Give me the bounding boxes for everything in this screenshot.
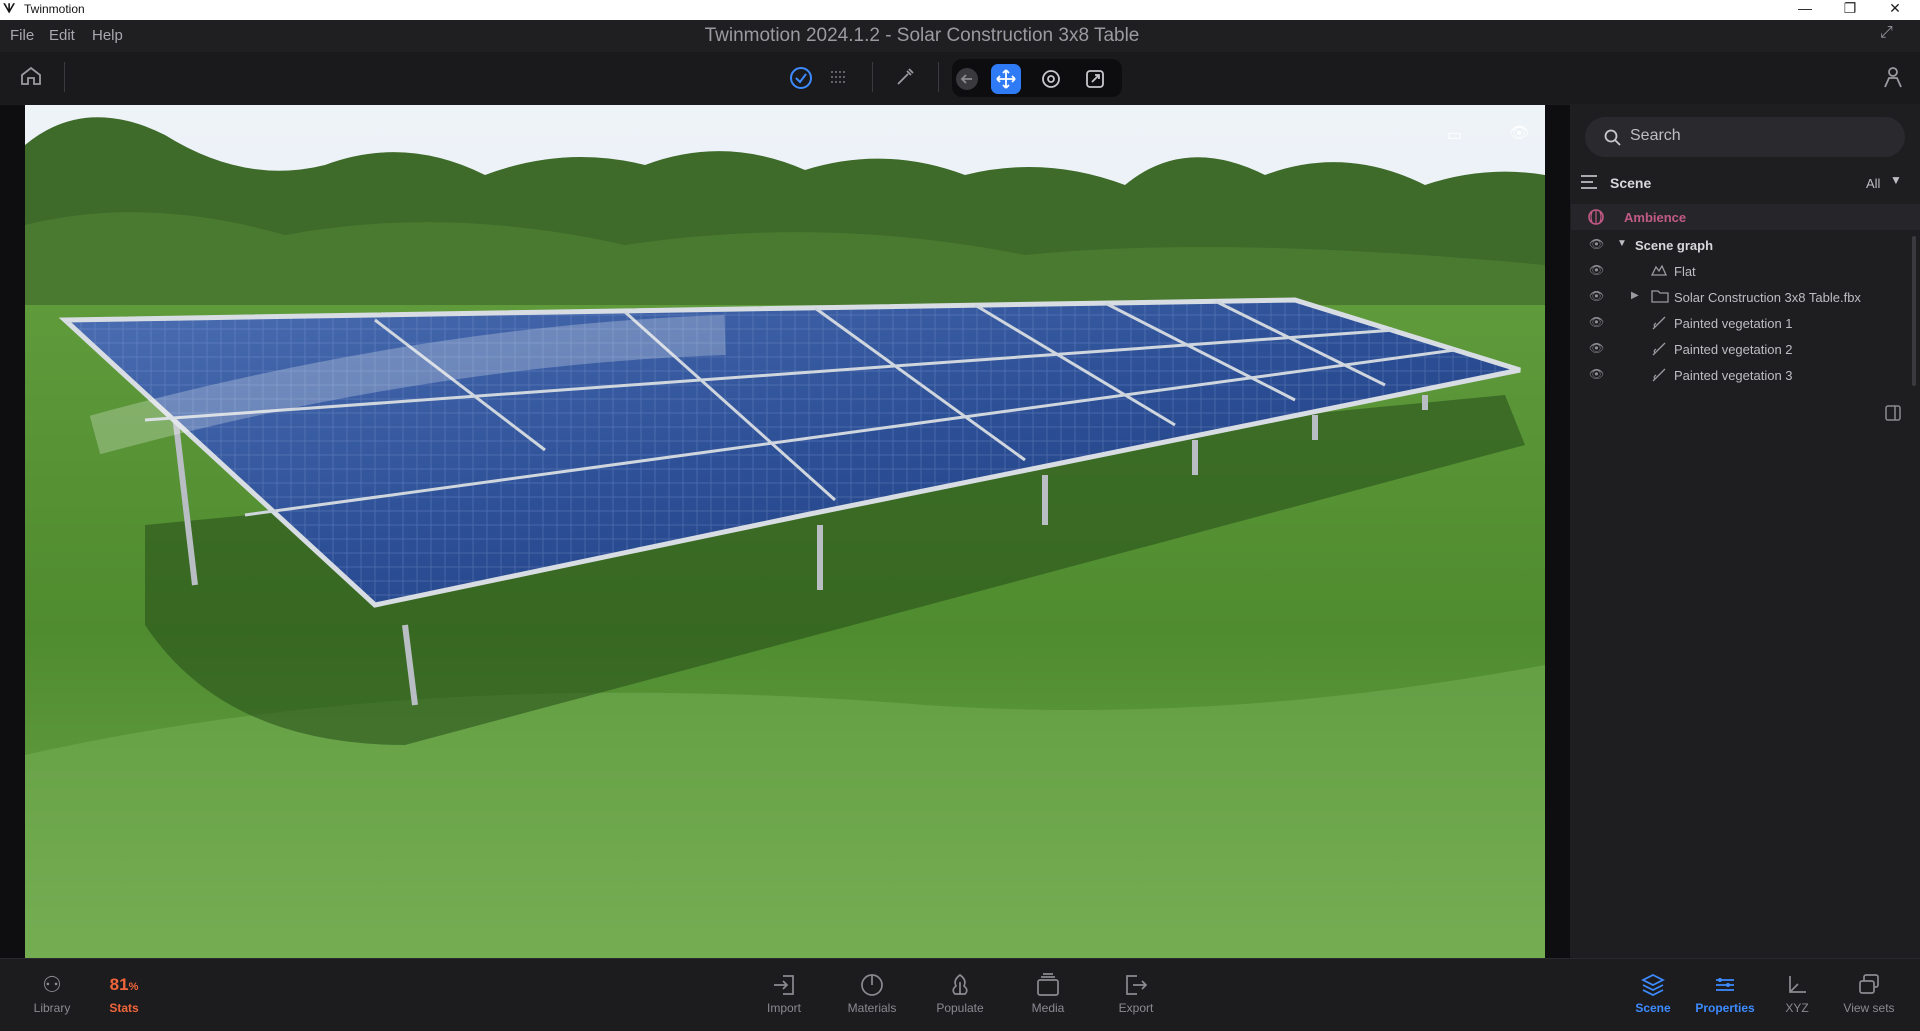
move-tool-button[interactable] bbox=[991, 64, 1021, 94]
materials-button[interactable]: Materials bbox=[827, 972, 917, 1015]
minimize-button[interactable]: — bbox=[1782, 0, 1828, 20]
aspect-ratio-icon[interactable]: ▭ bbox=[1447, 125, 1462, 145]
move-arrows-icon bbox=[996, 69, 1016, 89]
media-label: Media bbox=[1031, 1001, 1065, 1015]
tree-row-vegetation-1[interactable]: 👁 Painted vegetation 1 bbox=[1571, 310, 1920, 336]
toolbar-divider bbox=[938, 62, 939, 92]
stats-button[interactable]: 81% Stats bbox=[79, 972, 169, 1015]
fullscreen-icon[interactable]: ⤢ bbox=[1880, 24, 1893, 42]
search-icon bbox=[1604, 129, 1621, 146]
filter-dropdown[interactable]: All bbox=[1866, 176, 1880, 191]
ambience-globe-icon bbox=[1588, 209, 1604, 225]
tree-row-solar-construction[interactable]: 👁 ▶ Solar Construction 3x8 Table.fbx bbox=[1571, 284, 1920, 310]
tree-scrollbar[interactable] bbox=[1912, 236, 1916, 386]
export-icon bbox=[1126, 975, 1148, 995]
3d-viewport[interactable]: ▭ 👁 bbox=[25, 105, 1545, 958]
eyedropper-button[interactable] bbox=[892, 66, 918, 93]
populate-tree-icon bbox=[952, 973, 968, 995]
rotate-tool-button[interactable] bbox=[1036, 64, 1066, 94]
viewport-border-left bbox=[0, 105, 25, 958]
tree-row-flat[interactable]: 👁 Flat bbox=[1571, 258, 1920, 284]
tree-label-vegetation-2: Painted vegetation 2 bbox=[1674, 342, 1793, 357]
visibility-eye-icon[interactable]: 👁 bbox=[1589, 315, 1604, 329]
visibility-eye-icon[interactable]: 👁 bbox=[1589, 263, 1604, 277]
chevron-down-icon[interactable]: ▼ bbox=[1890, 173, 1902, 187]
viewport-border-right bbox=[1545, 105, 1570, 958]
scene-heading: Scene bbox=[1610, 175, 1652, 191]
media-button[interactable]: Media bbox=[1003, 972, 1093, 1015]
scale-icon bbox=[1086, 70, 1104, 88]
back-button[interactable] bbox=[952, 64, 982, 94]
os-titlebar: ᗐ Twinmotion — ❐ ✕ bbox=[0, 0, 1920, 20]
export-label: Export bbox=[1118, 1001, 1154, 1015]
search-placeholder: Search bbox=[1630, 127, 1681, 144]
grid-button[interactable] bbox=[826, 66, 852, 93]
layers-icon bbox=[1641, 974, 1665, 996]
tree-label-vegetation-3: Painted vegetation 3 bbox=[1674, 368, 1793, 383]
materials-label: Materials bbox=[847, 1001, 897, 1015]
caret-down-icon[interactable]: ▼ bbox=[1617, 238, 1627, 249]
close-button[interactable]: ✕ bbox=[1872, 0, 1918, 20]
search-input[interactable]: Search bbox=[1585, 117, 1905, 157]
home-icon bbox=[21, 66, 41, 85]
materials-icon bbox=[861, 974, 883, 996]
populate-label: Populate bbox=[936, 1001, 984, 1015]
tree-label-solar-construction: Solar Construction 3x8 Table.fbx bbox=[1674, 290, 1861, 305]
populate-button[interactable]: Populate bbox=[915, 972, 1005, 1015]
list-menu-icon[interactable] bbox=[1580, 174, 1598, 190]
import-icon bbox=[774, 975, 794, 995]
brush-icon bbox=[1652, 316, 1666, 330]
stats-label: Stats bbox=[109, 1001, 139, 1015]
folder-icon bbox=[1651, 290, 1669, 303]
axis-icon bbox=[1789, 976, 1806, 993]
toolbar-divider bbox=[872, 62, 873, 92]
properties-sliders-icon bbox=[1716, 978, 1734, 991]
scale-tool-button[interactable] bbox=[1080, 64, 1110, 94]
terrain-icon bbox=[1651, 264, 1667, 276]
visibility-eye-icon[interactable]: 👁 bbox=[1589, 237, 1604, 251]
tree-row-vegetation-2[interactable]: 👁 Painted vegetation 2 bbox=[1571, 336, 1920, 362]
toolbar-divider bbox=[64, 62, 65, 92]
tree-label-vegetation-1: Painted vegetation 1 bbox=[1674, 316, 1793, 331]
app-name: Twinmotion bbox=[24, 2, 85, 16]
twinmotion-logo-icon: ᗐ bbox=[3, 1, 16, 16]
visibility-eye-icon[interactable]: 👁 bbox=[1589, 367, 1604, 381]
ambience-row[interactable]: Ambience bbox=[1571, 204, 1920, 230]
import-label: Import bbox=[766, 1001, 801, 1015]
view-sets-tab[interactable]: View sets bbox=[1824, 972, 1914, 1015]
home-button[interactable] bbox=[18, 64, 44, 90]
grid-dots-icon bbox=[831, 71, 845, 83]
stats-value: 81% bbox=[109, 975, 139, 994]
brush-icon bbox=[1652, 342, 1666, 356]
user-account-button[interactable] bbox=[1880, 65, 1906, 94]
visibility-eye-icon[interactable]: 👁 bbox=[1589, 341, 1604, 355]
panel-layout-icon[interactable] bbox=[1884, 404, 1902, 422]
check-circle-icon bbox=[790, 67, 812, 89]
maximize-button[interactable]: ❐ bbox=[1827, 0, 1873, 20]
viewport-render bbox=[25, 105, 1545, 958]
tree-label-flat: Flat bbox=[1674, 264, 1696, 279]
rotate-icon bbox=[1042, 70, 1060, 88]
eyedropper-icon bbox=[897, 68, 914, 85]
window-title: Twinmotion 2024.1.2 - Solar Construction… bbox=[704, 25, 1140, 46]
visibility-eye-icon[interactable]: 👁 bbox=[1589, 289, 1604, 303]
caret-right-icon[interactable]: ▶ bbox=[1631, 290, 1639, 301]
view-sets-tab-label: View sets bbox=[1843, 1001, 1895, 1015]
quality-check-button[interactable] bbox=[786, 65, 816, 96]
tree-row-vegetation-3[interactable]: 👁 Painted vegetation 3 bbox=[1571, 362, 1920, 388]
import-button[interactable]: Import bbox=[739, 972, 829, 1015]
back-arrow-icon bbox=[956, 68, 978, 90]
user-icon bbox=[1884, 67, 1902, 88]
tree-row-scene-graph[interactable]: 👁 ▼ Scene graph bbox=[1571, 232, 1920, 258]
export-button[interactable]: Export bbox=[1091, 972, 1181, 1015]
tree-label-scene-graph: Scene graph bbox=[1635, 238, 1714, 253]
view-eye-icon[interactable]: 👁 bbox=[1509, 123, 1529, 143]
ambience-label: Ambience bbox=[1624, 210, 1687, 225]
brush-icon bbox=[1652, 368, 1666, 382]
media-icon bbox=[1037, 973, 1059, 996]
view-sets-icon bbox=[1859, 974, 1879, 994]
